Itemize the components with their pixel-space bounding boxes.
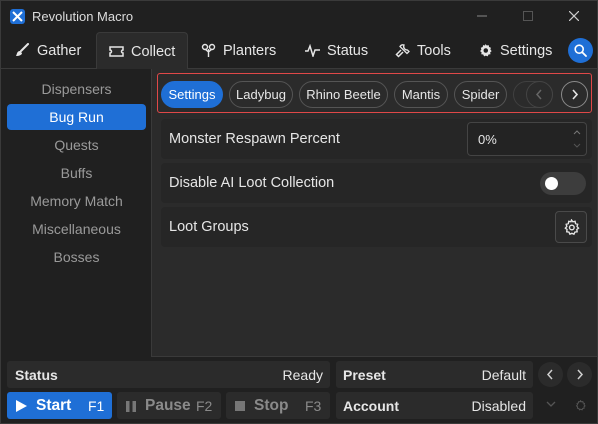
preset-prev-button[interactable] (538, 362, 563, 387)
subtab-bar: Settings Ladybug Rhino Beetle Mantis Spi… (157, 73, 592, 113)
title-bar: Revolution Macro (1, 1, 597, 32)
main-panel: Settings Ladybug Rhino Beetle Mantis Spi… (151, 69, 597, 357)
tab-collect[interactable]: Collect (96, 32, 189, 70)
tab-settings[interactable]: Settings (478, 32, 552, 69)
tab-label: Collect (131, 43, 176, 60)
respawn-label: Monster Respawn Percent (169, 131, 340, 147)
account-value: Disabled (471, 398, 526, 414)
tab-tools[interactable]: Tools (395, 32, 451, 69)
loot-groups-settings-button[interactable] (555, 211, 587, 243)
stop-label: Stop (254, 397, 289, 414)
start-button[interactable]: Start F1 (7, 392, 112, 419)
respawn-value: 0% (478, 132, 497, 147)
pause-hotkey: F2 (196, 398, 213, 414)
ticket-icon (109, 46, 124, 57)
setting-row-disable-ai: Disable AI Loot Collection (161, 163, 592, 203)
chevron-right-icon (577, 369, 584, 380)
account-label: Account (343, 398, 399, 414)
stop-icon (235, 401, 245, 411)
status-display: Status Ready (7, 361, 330, 388)
chevron-down-icon (546, 401, 556, 407)
sidebar-item-memory-match[interactable]: Memory Match (7, 188, 146, 214)
tab-label: Gather (37, 42, 82, 59)
app-logo-icon (10, 9, 25, 24)
preset-label: Preset (343, 367, 386, 383)
tab-label: Tools (417, 42, 451, 59)
decrement-button[interactable] (571, 140, 583, 153)
search-icon (574, 44, 587, 57)
loot-groups-label: Loot Groups (169, 219, 249, 235)
start-label: Start (36, 397, 72, 414)
main-tab-bar: Gather Collect Planters Status Tools Set… (1, 32, 597, 70)
tab-planters[interactable]: Planters (201, 32, 276, 69)
tab-label: Planters (223, 42, 277, 59)
account-dropdown-button[interactable] (538, 393, 563, 418)
sidebar-item-buffs[interactable]: Buffs (7, 160, 146, 186)
increment-button[interactable] (571, 126, 583, 139)
disable-ai-label: Disable AI Loot Collection (169, 175, 335, 191)
search-button[interactable] (568, 38, 593, 63)
pause-label: Pause (145, 397, 191, 414)
gear-icon (480, 43, 492, 57)
chevron-down-icon (573, 143, 581, 148)
chevron-up-icon (573, 130, 581, 135)
stop-hotkey: F3 (305, 398, 322, 414)
subtab-ladybug[interactable]: Ladybug (229, 81, 293, 108)
toggle-knob (545, 177, 558, 190)
subtab-spider[interactable]: Spider (454, 81, 507, 108)
play-icon (16, 400, 27, 412)
setting-row-loot-groups: Loot Groups (161, 207, 592, 247)
gear-icon (564, 219, 580, 236)
chevron-right-icon (572, 89, 579, 100)
tab-status[interactable]: Status (305, 32, 368, 69)
pause-button[interactable]: Pause F2 (117, 392, 221, 419)
pause-icon (126, 401, 136, 412)
brush-icon (16, 43, 29, 56)
window-title: Revolution Macro (32, 9, 134, 24)
subtab-rhino-beetle[interactable]: Rhino Beetle (299, 81, 388, 108)
pulse-icon (305, 44, 320, 57)
preset-selector[interactable]: Preset Default (336, 361, 533, 388)
disable-ai-toggle[interactable] (540, 172, 586, 195)
preset-next-button[interactable] (567, 362, 592, 387)
stop-button[interactable]: Stop F3 (226, 392, 330, 419)
wrench-icon (395, 44, 410, 58)
setting-row-respawn: Monster Respawn Percent 0% (161, 119, 592, 159)
scroll-left-button[interactable] (526, 81, 553, 108)
app-window: Revolution Macro Gather Collect Planters… (0, 0, 598, 424)
respawn-percent-input[interactable]: 0% (467, 122, 587, 156)
sidebar-item-quests[interactable]: Quests (7, 132, 146, 158)
chevron-left-icon (535, 89, 542, 100)
preset-value: Default (481, 367, 526, 383)
gear-icon (575, 400, 586, 411)
sidebar-item-bug-run[interactable]: Bug Run (7, 104, 146, 130)
subtab-settings[interactable]: Settings (161, 81, 223, 108)
tab-gather[interactable]: Gather (15, 32, 81, 69)
account-settings-button[interactable] (567, 393, 592, 418)
tab-label: Status (327, 42, 369, 59)
maximize-button[interactable] (505, 1, 551, 32)
bottom-bar: Status Ready Preset Default Start F1 Pau… (1, 357, 597, 423)
subtab-mantis[interactable]: Mantis (394, 81, 448, 108)
sidebar-item-miscellaneous[interactable]: Miscellaneous (7, 216, 146, 242)
tab-label: Settings (500, 42, 553, 59)
chevron-left-icon (546, 369, 553, 380)
sidebar-item-dispensers[interactable]: Dispensers (7, 76, 146, 102)
status-label: Status (15, 367, 58, 383)
minimize-button[interactable] (459, 1, 505, 32)
account-selector[interactable]: Account Disabled (336, 392, 533, 419)
scroll-right-button[interactable] (561, 81, 588, 108)
sidebar-item-bosses[interactable]: Bosses (7, 244, 146, 270)
start-hotkey: F1 (88, 398, 105, 414)
planter-icon (201, 43, 216, 57)
sidebar: Dispensers Bug Run Quests Buffs Memory M… (1, 69, 151, 357)
close-button[interactable] (551, 1, 597, 32)
status-value: Ready (282, 367, 323, 383)
